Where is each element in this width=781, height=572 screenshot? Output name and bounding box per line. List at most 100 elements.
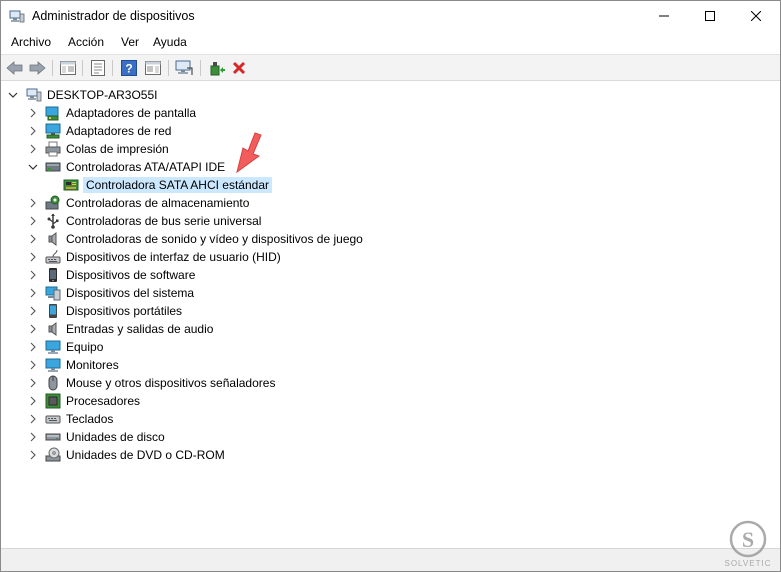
expand-icon[interactable] (27, 215, 39, 227)
tree-child-label: Controladora SATA AHCI estándar (83, 177, 272, 193)
tree-item-entradas-salidas-audio[interactable]: Entradas y salidas de audio (2, 320, 779, 338)
device-manager-icon (9, 10, 25, 23)
tree-item-label: Adaptadores de red (66, 124, 172, 138)
scan-hardware-button[interactable] (175, 59, 193, 77)
update-driver-button[interactable] (208, 59, 226, 77)
tree-item-label: Dispositivos de interfaz de usuario (HID… (66, 250, 281, 264)
expand-icon[interactable] (27, 305, 39, 317)
expand-icon[interactable] (27, 125, 39, 137)
help-button[interactable]: ? (120, 59, 138, 77)
expand-icon[interactable] (27, 197, 39, 209)
expand-icon[interactable] (27, 107, 39, 119)
svg-text:S: S (742, 527, 754, 552)
print-queue-icon (45, 141, 61, 157)
expand-icon[interactable] (27, 359, 39, 371)
back-button[interactable] (6, 59, 24, 77)
menu-ver[interactable]: Ver (121, 35, 139, 49)
tree-child-controladora-sata[interactable]: Controladora SATA AHCI estándar (2, 176, 779, 194)
tree-item-label: Dispositivos del sistema (66, 286, 195, 300)
computer-icon (45, 340, 61, 354)
collapse-icon[interactable] (7, 89, 19, 101)
uninstall-device-button[interactable] (230, 59, 248, 77)
tree-item-label: Controladoras de almacenamiento (66, 196, 250, 210)
tree-item-label: Adaptadores de pantalla (66, 106, 197, 120)
display-adapter-icon (45, 106, 59, 121)
help-icon: ? (121, 60, 137, 76)
tree-item-dispositivos-sistema[interactable]: Dispositivos del sistema (2, 284, 779, 302)
tree-item-monitores[interactable]: Monitores (2, 356, 779, 374)
maximize-icon (705, 11, 715, 21)
expand-icon[interactable] (27, 377, 39, 389)
storage-controller-icon (45, 195, 60, 210)
svg-text:SOLVETIC: SOLVETIC (725, 559, 772, 568)
network-adapter-icon (45, 123, 61, 139)
window-title: Administrador de dispositivos (32, 9, 195, 23)
show-hide-tree-icon (60, 61, 76, 75)
tree-item-unidades-dvd[interactable]: Unidades de DVD o CD-ROM (2, 446, 779, 464)
tree-item-label: Teclados (66, 412, 114, 426)
hid-icon (45, 249, 61, 264)
tree-item-controladoras-ata[interactable]: Controladoras ATA/ATAPI IDE (2, 158, 779, 176)
forward-button[interactable] (28, 59, 46, 77)
toolbar-separator (200, 60, 201, 76)
expand-icon[interactable] (27, 269, 39, 281)
tree-item-label: Entradas y salidas de audio (66, 322, 214, 336)
tree-item-mouse[interactable]: Mouse y otros dispositivos señaladores (2, 374, 779, 392)
title-bar: Administrador de dispositivos (1, 1, 780, 31)
keyboard-icon (45, 415, 61, 424)
svg-text:?: ? (125, 62, 132, 76)
tree-item-label: Procesadores (66, 394, 141, 408)
tree-item-unidades-disco[interactable]: Unidades de disco (2, 428, 779, 446)
tree-item-controladoras-almacenamiento[interactable]: Controladoras de almacenamiento (2, 194, 779, 212)
tree-root[interactable]: DESKTOP-AR3O55I (2, 86, 779, 104)
portable-device-icon (49, 304, 57, 318)
toolbar-separator (112, 60, 113, 76)
expand-icon[interactable] (27, 341, 39, 353)
menu-ayuda[interactable]: Ayuda (153, 35, 187, 49)
menu-archivo[interactable]: Archivo (11, 35, 51, 49)
toolbar-separator (82, 60, 83, 76)
expand-icon[interactable] (27, 143, 39, 155)
tree-item-procesadores[interactable]: Procesadores (2, 392, 779, 410)
tree-item-colas-impresion[interactable]: Colas de impresión (2, 140, 779, 158)
maximize-button[interactable] (687, 1, 733, 31)
expand-icon[interactable] (27, 413, 39, 425)
tree-item-adaptadores-pantalla[interactable]: Adaptadores de pantalla (2, 104, 779, 122)
forward-icon (29, 61, 46, 75)
menu-accion[interactable]: Acción (68, 35, 104, 49)
tree-item-label: Controladoras ATA/ATAPI IDE (66, 160, 226, 174)
expand-icon[interactable] (27, 449, 39, 461)
back-icon (6, 61, 23, 75)
tree-item-dispositivos-portatiles[interactable]: Dispositivos portátiles (2, 302, 779, 320)
software-device-icon (49, 268, 57, 282)
expand-icon[interactable] (27, 395, 39, 407)
minimize-button[interactable] (641, 1, 687, 31)
tree-item-dispositivos-software[interactable]: Dispositivos de software (2, 266, 779, 284)
expand-icon[interactable] (27, 233, 39, 245)
tree-item-label: Equipo (66, 340, 104, 354)
action-pane-button[interactable] (144, 59, 162, 77)
expand-icon[interactable] (27, 251, 39, 263)
toolbar-separator (52, 60, 53, 76)
show-hide-tree-button[interactable] (59, 59, 77, 77)
toolbar: ? (1, 54, 780, 81)
expand-icon[interactable] (27, 431, 39, 443)
properties-button[interactable] (89, 59, 107, 77)
tree-item-controladoras-usb[interactable]: Controladoras de bus serie universal (2, 212, 779, 230)
scan-hardware-icon (175, 60, 193, 75)
monitor-icon (45, 358, 61, 372)
annotation-arrow-icon (236, 132, 262, 174)
expand-icon[interactable] (27, 323, 39, 335)
menu-bar: Archivo Acción Ver Ayuda (1, 32, 780, 53)
update-driver-icon (210, 62, 225, 76)
collapse-icon[interactable] (27, 161, 39, 173)
tree-item-controladoras-sonido[interactable]: Controladoras de sonido y vídeo y dispos… (2, 230, 779, 248)
expand-icon[interactable] (27, 287, 39, 299)
tree-item-adaptadores-red[interactable]: Adaptadores de red (2, 122, 779, 140)
device-tree[interactable]: DESKTOP-AR3O55I Adaptadores de pantalla … (2, 83, 779, 547)
tree-item-teclados[interactable]: Teclados (2, 410, 779, 428)
tree-item-equipo[interactable]: Equipo (2, 338, 779, 356)
tree-item-label: Colas de impresión (66, 142, 169, 156)
tree-item-hid[interactable]: Dispositivos de interfaz de usuario (HID… (2, 248, 779, 266)
close-button[interactable] (733, 1, 779, 31)
